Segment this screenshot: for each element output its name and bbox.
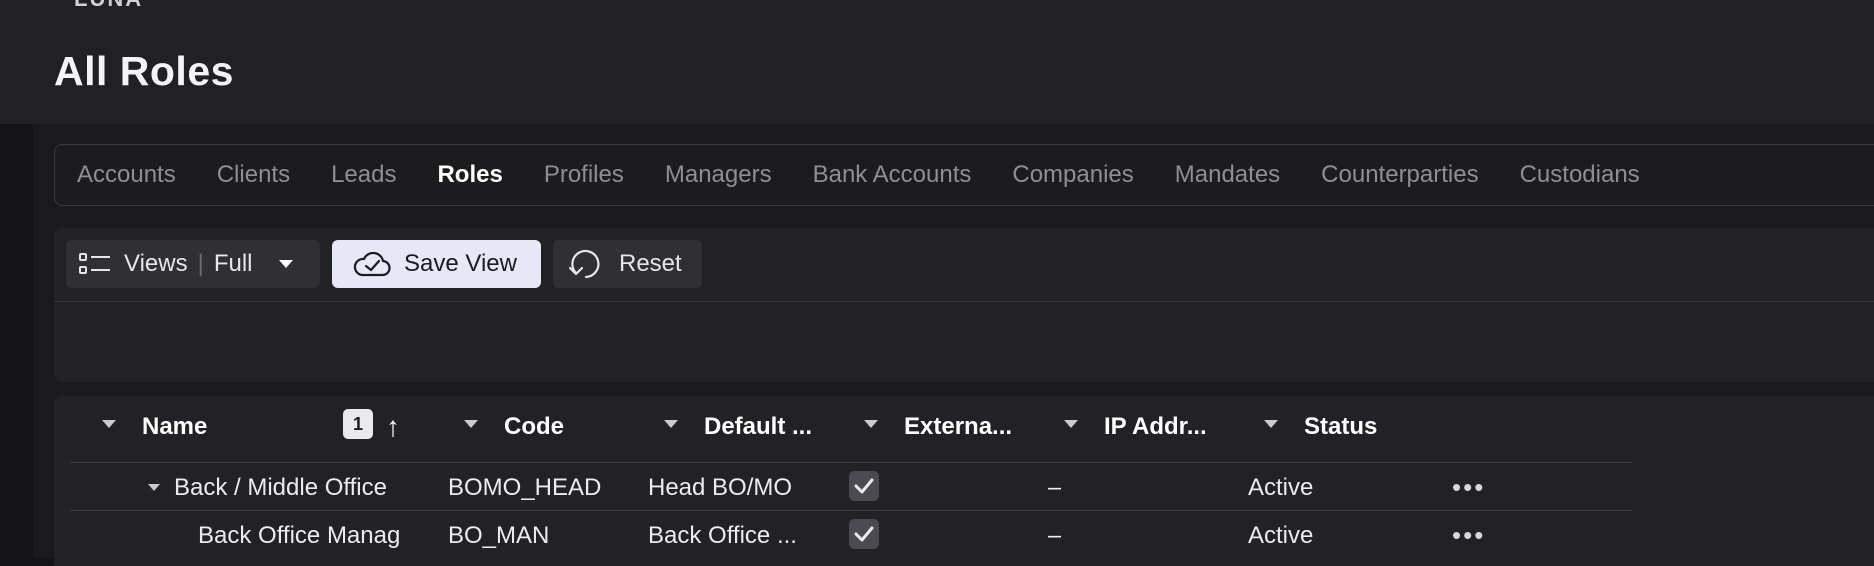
save-view-button[interactable]: Save View xyxy=(332,240,541,288)
column-header-ip[interactable]: IP Addr... xyxy=(1104,410,1220,444)
header-divider xyxy=(70,462,1632,463)
checkmark-icon xyxy=(853,477,875,495)
name-column-menu-icon[interactable] xyxy=(102,420,116,428)
tab-roles[interactable]: Roles xyxy=(437,161,502,189)
column-header-default[interactable]: Default ... xyxy=(704,410,820,444)
expand-group-icon[interactable] xyxy=(148,484,160,491)
tab-companies[interactable]: Companies xyxy=(1012,161,1133,189)
row-2-ip: – xyxy=(1048,522,1062,549)
views-separator: | xyxy=(197,250,204,277)
row-2-default: Back Office ... xyxy=(648,522,797,549)
checkmark-icon xyxy=(853,525,875,543)
views-value: Full xyxy=(213,250,253,277)
default-column-menu-icon[interactable] xyxy=(664,420,678,428)
sort-order-badge: 1 xyxy=(343,409,373,439)
undo-icon xyxy=(567,247,605,281)
row-1-actions-icon[interactable]: ••• xyxy=(1452,472,1485,503)
tab-custodians[interactable]: Custodians xyxy=(1520,161,1640,189)
tab-bank-accounts[interactable]: Bank Accounts xyxy=(813,161,972,189)
views-label: Views xyxy=(124,250,188,277)
sort-ascending-icon[interactable]: ↑ xyxy=(386,410,400,444)
row-1-ip: – xyxy=(1048,474,1062,501)
row-2-actions-icon[interactable]: ••• xyxy=(1452,520,1485,551)
tab-accounts[interactable]: Accounts xyxy=(77,161,176,189)
cloud-check-icon xyxy=(352,249,392,279)
tab-profiles[interactable]: Profiles xyxy=(544,161,624,189)
top-header: LUNA All Roles xyxy=(0,0,1874,124)
ip-column-menu-icon[interactable] xyxy=(1064,420,1078,428)
reset-label: Reset xyxy=(619,250,682,277)
caret-down-icon xyxy=(278,260,293,268)
code-column-menu-icon[interactable] xyxy=(464,420,478,428)
toolbar-divider xyxy=(54,301,1874,302)
views-dropdown[interactable]: Views | Full xyxy=(66,240,320,288)
row-1-name[interactable]: Back / Middle Office xyxy=(174,474,414,502)
status-column-menu-icon[interactable] xyxy=(1264,420,1278,428)
row-1-default: Head BO/MO xyxy=(648,474,793,501)
row-2-status: Active xyxy=(1248,522,1314,549)
entity-tabs: Accounts Clients Leads Roles Profiles Ma… xyxy=(54,144,1874,206)
column-header-status[interactable]: Status xyxy=(1304,410,1377,444)
reset-button[interactable]: Reset xyxy=(553,240,702,288)
row-1-status: Active xyxy=(1248,474,1314,501)
column-header-code[interactable]: Code xyxy=(504,410,564,444)
list-icon xyxy=(78,251,112,277)
tab-leads[interactable]: Leads xyxy=(331,161,396,189)
row-2-external-checkbox[interactable] xyxy=(849,519,879,549)
tab-clients[interactable]: Clients xyxy=(217,161,290,189)
column-header-name[interactable]: Name xyxy=(142,410,207,444)
row-2-code: BO_MAN xyxy=(448,522,550,549)
column-header-external[interactable]: Externa... xyxy=(904,410,1020,444)
tab-managers[interactable]: Managers xyxy=(665,161,772,189)
row-divider xyxy=(70,510,1632,511)
row-1-external-checkbox[interactable] xyxy=(849,471,879,501)
tab-mandates[interactable]: Mandates xyxy=(1175,161,1280,189)
row-1-code: BOMO_HEAD xyxy=(448,474,602,501)
row-2-name[interactable]: Back Office Manag xyxy=(198,522,416,550)
save-view-label: Save View xyxy=(404,250,517,277)
toolbar-panel xyxy=(54,228,1874,382)
external-column-menu-icon[interactable] xyxy=(864,420,878,428)
page-title: All Roles xyxy=(54,48,234,94)
tab-counterparties[interactable]: Counterparties xyxy=(1321,161,1478,189)
breadcrumb[interactable]: LUNA xyxy=(74,0,143,12)
